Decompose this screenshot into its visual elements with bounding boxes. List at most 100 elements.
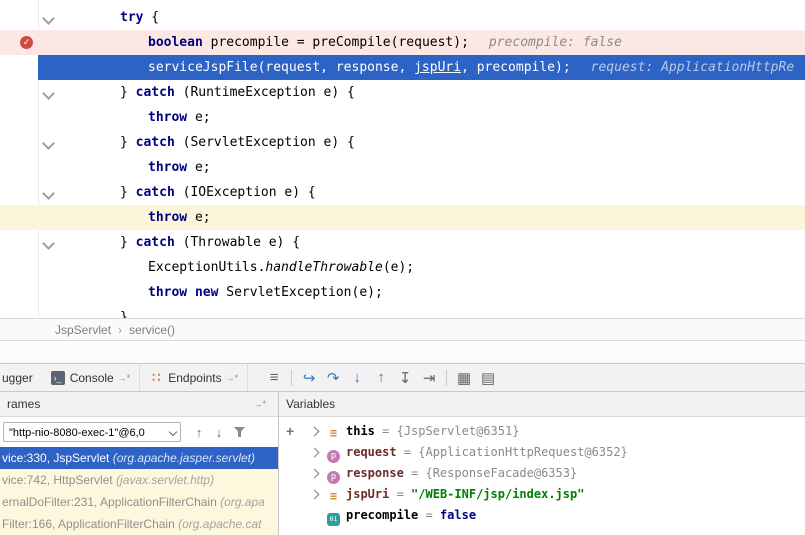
equals-sign: = (418, 508, 440, 522)
thread-selector-dropdown[interactable]: "http-nio-8080-exec-1"@6,0 (3, 422, 181, 442)
frames-panel: rames →* "http-nio-8080-exec-1"@6,0 ↑↓ v… (0, 392, 278, 535)
code-token: catch (136, 235, 175, 250)
evaluate-table-icon[interactable]: ▦ (452, 369, 476, 387)
code-line[interactable]: throw e; (38, 155, 805, 180)
code-token: } (120, 185, 136, 200)
expand-chevron-icon[interactable] (310, 427, 320, 437)
equals-sign: = (397, 445, 419, 459)
breadcrumb-item[interactable]: service() (129, 319, 175, 342)
frame-location: vice:742, HttpServlet (2, 473, 116, 487)
variable-row[interactable]: 01precompile = false (279, 505, 805, 526)
previous-frame-icon[interactable]: ↑ (189, 425, 209, 440)
stack-frame-row[interactable]: vice:742, HttpServlet (javax.servlet.htt… (0, 469, 278, 491)
frames-header-pin-icon[interactable]: →* (253, 392, 266, 416)
code-line[interactable]: boolean precompile = preCompile(request)… (38, 30, 805, 55)
code-line[interactable]: } catch (IOException e) { (38, 180, 805, 205)
code-line[interactable]: } catch (RuntimeException e) { (38, 80, 805, 105)
code-line[interactable]: } (38, 305, 805, 318)
variable-row[interactable]: ≡jspUri = "/WEB-INF/jsp/index.jsp" (279, 484, 805, 505)
frames-toolbar: "http-nio-8080-exec-1"@6,0 ↑↓ (0, 417, 278, 447)
code-token: catch (136, 85, 175, 100)
expand-chevron-icon[interactable] (310, 448, 320, 458)
code-line[interactable]: ExceptionUtils.handleThrowable(e); (38, 255, 805, 280)
code-token: } (120, 235, 136, 250)
tab-console[interactable]: ›_Console→* (42, 364, 141, 391)
expand-chevron-icon[interactable] (310, 490, 320, 500)
variable-row[interactable]: presponse = {ResponseFacade@6353} (279, 463, 805, 484)
splitter[interactable] (0, 343, 805, 363)
layout-grid-icon[interactable]: ▤ (476, 369, 500, 387)
variable-row[interactable]: ≡this = {JspServlet@6351} (279, 421, 805, 442)
variable-value: {ApplicationHttpRequest@6352} (418, 445, 628, 459)
code-text: throw e; (38, 205, 211, 230)
tab-label: ugger (2, 371, 33, 385)
code-text: try { (38, 5, 159, 30)
code-token: handleThrowable (265, 260, 382, 275)
tab-label: Console (70, 371, 114, 385)
frames-title: rames (7, 397, 40, 411)
variables-title: Variables (286, 397, 335, 411)
code-token: e; (187, 210, 210, 225)
step-out-icon[interactable]: ↑ (369, 369, 393, 386)
editor-gutter: ✓ (0, 0, 39, 318)
frame-location: vice:330, JspServlet (2, 451, 113, 465)
drop-frame-icon[interactable]: ↧ (393, 369, 417, 387)
breakpoint-verified-icon[interactable]: ✓ (20, 36, 33, 49)
variable-name: precompile (346, 508, 418, 522)
expand-chevron-icon[interactable] (310, 469, 320, 479)
code-token: (Throwable e) { (175, 235, 300, 250)
code-token: e; (187, 110, 210, 125)
variable-value: {JspServlet@6351} (397, 424, 520, 438)
stack-frame-row[interactable]: vice:330, JspServlet (org.apache.jasper.… (0, 447, 278, 469)
debug-tabs: ugger ›_Console→*∷Endpoints→* (0, 364, 248, 391)
frames-header: rames →* (0, 392, 278, 417)
breadcrumb: JspServlet › service() (0, 318, 805, 341)
filter-frames-icon[interactable] (229, 425, 249, 440)
code-token: ServletException(e); (218, 285, 382, 300)
tab-endpoints[interactable]: ∷Endpoints→* (140, 364, 248, 391)
code-line[interactable]: throw new ServletException(e); (38, 280, 805, 305)
code-token: throw (148, 210, 187, 225)
code-token: throw (148, 285, 187, 300)
next-frame-icon[interactable]: ↓ (209, 425, 229, 440)
variable-row[interactable]: prequest = {ApplicationHttpRequest@6352} (279, 442, 805, 463)
stack-frame-row[interactable]: ernalDoFilter:231, ApplicationFilterChai… (0, 491, 278, 513)
variable-name: jspUri (346, 487, 389, 501)
code-token: e; (187, 160, 210, 175)
step-into-icon[interactable]: ↓ (345, 369, 369, 386)
tab-ugger[interactable]: ugger (0, 364, 42, 391)
code-line[interactable]: throw e; (38, 205, 805, 230)
code-line[interactable]: try { (38, 5, 805, 30)
code-text: throw e; (38, 155, 211, 180)
breadcrumb-item[interactable]: JspServlet (55, 319, 111, 342)
stack-frame-row[interactable]: Filter:166, ApplicationFilterChain (org.… (0, 513, 278, 535)
code-text: throw new ServletException(e); (38, 280, 383, 305)
step-over-icon[interactable]: ↷ (321, 369, 345, 387)
variables-tree: + ≡this = {JspServlet@6351}prequest = {A… (279, 417, 805, 526)
cursor-line-gutter-highlight (0, 205, 38, 230)
variables-header: Variables (279, 392, 805, 417)
debugger-inline-hint: precompile: false (489, 35, 622, 50)
code-editor[interactable]: ✓ try {boolean precompile = preCompile(r… (0, 0, 805, 318)
code-token: ExceptionUtils. (148, 260, 265, 275)
code-token: (IOException e) { (175, 185, 316, 200)
frames-list: vice:330, JspServlet (org.apache.jasper.… (0, 447, 278, 535)
variables-panel: Variables + ≡this = {JspServlet@6351}pre… (278, 392, 805, 535)
code-line[interactable]: } catch (ServletException e) { (38, 130, 805, 155)
breadcrumb-separator: › (118, 319, 122, 342)
code-line[interactable]: throw e; (38, 105, 805, 130)
frame-package: (org.apache.jasper.servlet) (113, 451, 255, 465)
param-variable-icon: p (327, 450, 340, 463)
value-variable-icon: ≡ (327, 490, 340, 503)
code-token: catch (136, 185, 175, 200)
equals-sign: = (375, 424, 397, 438)
tab-label: Endpoints (168, 371, 221, 385)
layout-settings-icon[interactable]: ≡ (262, 369, 286, 386)
show-execution-point-icon[interactable]: ↪ (297, 369, 321, 387)
code-token: (RuntimeException e) { (175, 85, 355, 100)
run-to-cursor-icon[interactable]: ⇥ (417, 369, 441, 387)
code-token: , precompile); (461, 60, 571, 75)
code-text: ExceptionUtils.handleThrowable(e); (38, 255, 414, 280)
code-line[interactable]: } catch (Throwable e) { (38, 230, 805, 255)
code-line[interactable]: serviceJspFile(request, response, jspUri… (38, 55, 805, 80)
